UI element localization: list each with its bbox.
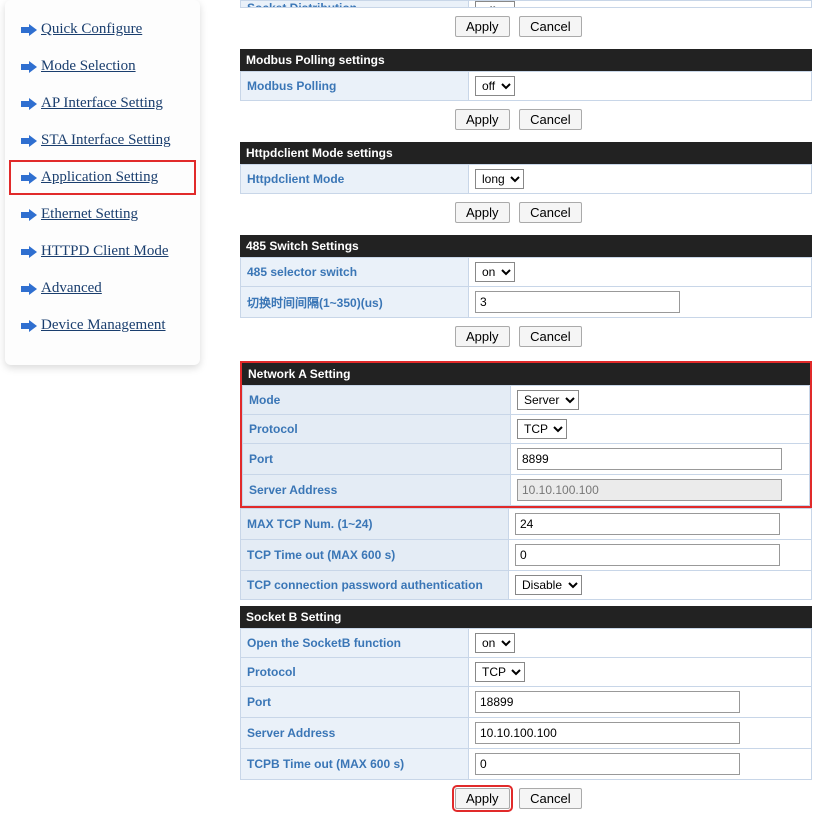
- cancel-button[interactable]: Cancel: [519, 16, 581, 37]
- socket-b-open-label: Open the SocketB function: [241, 629, 469, 658]
- sidebar-item-sta-interface[interactable]: STA Interface Setting: [9, 123, 196, 158]
- httpd-buttons: Apply Cancel: [455, 194, 812, 229]
- sidebar-link[interactable]: STA Interface Setting: [41, 132, 171, 149]
- network-a-port-input[interactable]: [517, 448, 782, 470]
- httpd-table: Httpdclient Mode long: [240, 164, 812, 194]
- network-a-maxtcp-label: MAX TCP Num. (1~24): [241, 509, 509, 540]
- sidebar-link[interactable]: AP Interface Setting: [41, 95, 163, 112]
- switch485-section-header: 485 Switch Settings: [240, 235, 812, 257]
- socket-b-server-addr-label: Server Address: [241, 718, 469, 749]
- cancel-button[interactable]: Cancel: [519, 788, 581, 809]
- switch485-selector-label: 485 selector switch: [241, 258, 469, 287]
- sidebar-item-advanced[interactable]: Advanced: [9, 271, 196, 306]
- network-a-auth-select[interactable]: Disable: [515, 575, 582, 595]
- socket-b-timeout-label: TCPB Time out (MAX 600 s): [241, 749, 469, 780]
- httpd-section-header: Httpdclient Mode settings: [240, 142, 812, 164]
- socket-b-open-select[interactable]: on: [475, 633, 515, 653]
- network-a-server-addr-input: [517, 479, 782, 501]
- cancel-button[interactable]: Cancel: [519, 202, 581, 223]
- sidebar-link[interactable]: Ethernet Setting: [41, 206, 138, 223]
- network-a-port-label: Port: [243, 444, 511, 475]
- modbus-buttons: Apply Cancel: [455, 101, 812, 136]
- sidebar-link[interactable]: Device Management: [41, 317, 166, 334]
- socket-b-port-label: Port: [241, 687, 469, 718]
- arrow-right-icon: [21, 60, 37, 74]
- httpd-mode-label: Httpdclient Mode: [241, 165, 469, 194]
- apply-button[interactable]: Apply: [455, 109, 510, 130]
- network-a-bottom-table: MAX TCP Num. (1~24) TCP Time out (MAX 60…: [240, 508, 812, 600]
- network-a-server-addr-label: Server Address: [243, 475, 511, 506]
- sidebar-link[interactable]: Application Setting: [41, 169, 158, 186]
- sidebar-item-device-management[interactable]: Device Management: [9, 308, 196, 343]
- arrow-right-icon: [21, 171, 37, 185]
- socket-b-section-header: Socket B Setting: [240, 606, 812, 628]
- switch485-interval-label: 切换时间间隔(1~350)(us): [241, 287, 469, 318]
- socket-b-protocol-select[interactable]: TCP: [475, 662, 525, 682]
- network-a-protocol-select[interactable]: TCP: [517, 419, 567, 439]
- network-a-protocol-label: Protocol: [243, 415, 511, 444]
- sidebar-item-ap-interface[interactable]: AP Interface Setting: [9, 86, 196, 121]
- socket-b-protocol-label: Protocol: [241, 658, 469, 687]
- switch485-interval-input[interactable]: [475, 291, 680, 313]
- apply-button[interactable]: Apply: [455, 326, 510, 347]
- socket-dist-buttons: Apply Cancel: [455, 8, 812, 43]
- network-a-timeout-label: TCP Time out (MAX 600 s): [241, 540, 509, 571]
- modbus-polling-select[interactable]: off: [475, 76, 515, 96]
- socket-b-table: Open the SocketB function on Protocol TC…: [240, 628, 812, 780]
- arrow-right-icon: [21, 319, 37, 333]
- network-a-timeout-input[interactable]: [515, 544, 780, 566]
- socket-b-port-input[interactable]: [475, 691, 740, 713]
- arrow-right-icon: [21, 282, 37, 296]
- main-content: Socket Distribution off Apply Cancel Mod…: [200, 0, 837, 835]
- sidebar-link[interactable]: Advanced: [41, 280, 102, 297]
- network-a-mode-select[interactable]: Server: [517, 390, 579, 410]
- switch485-table: 485 selector switch on 切换时间间隔(1~350)(us): [240, 257, 812, 318]
- sidebar-link[interactable]: HTTPD Client Mode: [41, 243, 169, 260]
- arrow-right-icon: [21, 23, 37, 37]
- cancel-button[interactable]: Cancel: [519, 326, 581, 347]
- arrow-right-icon: [21, 208, 37, 222]
- sidebar-link[interactable]: Quick Configure: [41, 21, 142, 38]
- apply-button[interactable]: Apply: [455, 202, 510, 223]
- sidebar-item-ethernet-setting[interactable]: Ethernet Setting: [9, 197, 196, 232]
- sidebar: Quick Configure Mode Selection AP Interf…: [5, 0, 200, 365]
- arrow-right-icon: [21, 97, 37, 111]
- sidebar-item-httpd-client-mode[interactable]: HTTPD Client Mode: [9, 234, 196, 269]
- httpd-mode-select[interactable]: long: [475, 169, 524, 189]
- modbus-section-header: Modbus Polling settings: [240, 49, 812, 71]
- sidebar-link[interactable]: Mode Selection: [41, 58, 136, 75]
- apply-button[interactable]: Apply: [455, 788, 510, 809]
- network-a-top-table: Mode Server Protocol TCP Port Server Add…: [242, 385, 810, 506]
- network-a-auth-label: TCP connection password authentication: [241, 571, 509, 600]
- socket-distribution-row: Socket Distribution off: [240, 0, 812, 8]
- network-a-maxtcp-input[interactable]: [515, 513, 780, 535]
- sidebar-item-quick-configure[interactable]: Quick Configure: [9, 12, 196, 47]
- socket-b-timeout-input[interactable]: [475, 753, 740, 775]
- cancel-button[interactable]: Cancel: [519, 109, 581, 130]
- sidebar-item-mode-selection[interactable]: Mode Selection: [9, 49, 196, 84]
- arrow-right-icon: [21, 134, 37, 148]
- final-buttons: Apply Cancel: [455, 780, 812, 815]
- modbus-polling-label: Modbus Polling: [241, 72, 469, 101]
- arrow-right-icon: [21, 245, 37, 259]
- socket-b-server-addr-input[interactable]: [475, 722, 740, 744]
- switch485-selector-select[interactable]: on: [475, 262, 515, 282]
- network-a-highlight-box: Network A Setting Mode Server Protocol T…: [240, 361, 812, 508]
- modbus-table: Modbus Polling off: [240, 71, 812, 101]
- apply-button[interactable]: Apply: [455, 16, 510, 37]
- sidebar-item-application-setting[interactable]: Application Setting: [9, 160, 196, 195]
- socket-distribution-label: Socket Distribution: [241, 1, 469, 7]
- network-a-section-header: Network A Setting: [242, 363, 810, 385]
- socket-distribution-select[interactable]: off: [475, 1, 515, 7]
- switch485-buttons: Apply Cancel: [455, 318, 812, 353]
- socket-distribution-value: off: [469, 1, 521, 7]
- network-a-mode-label: Mode: [243, 386, 511, 415]
